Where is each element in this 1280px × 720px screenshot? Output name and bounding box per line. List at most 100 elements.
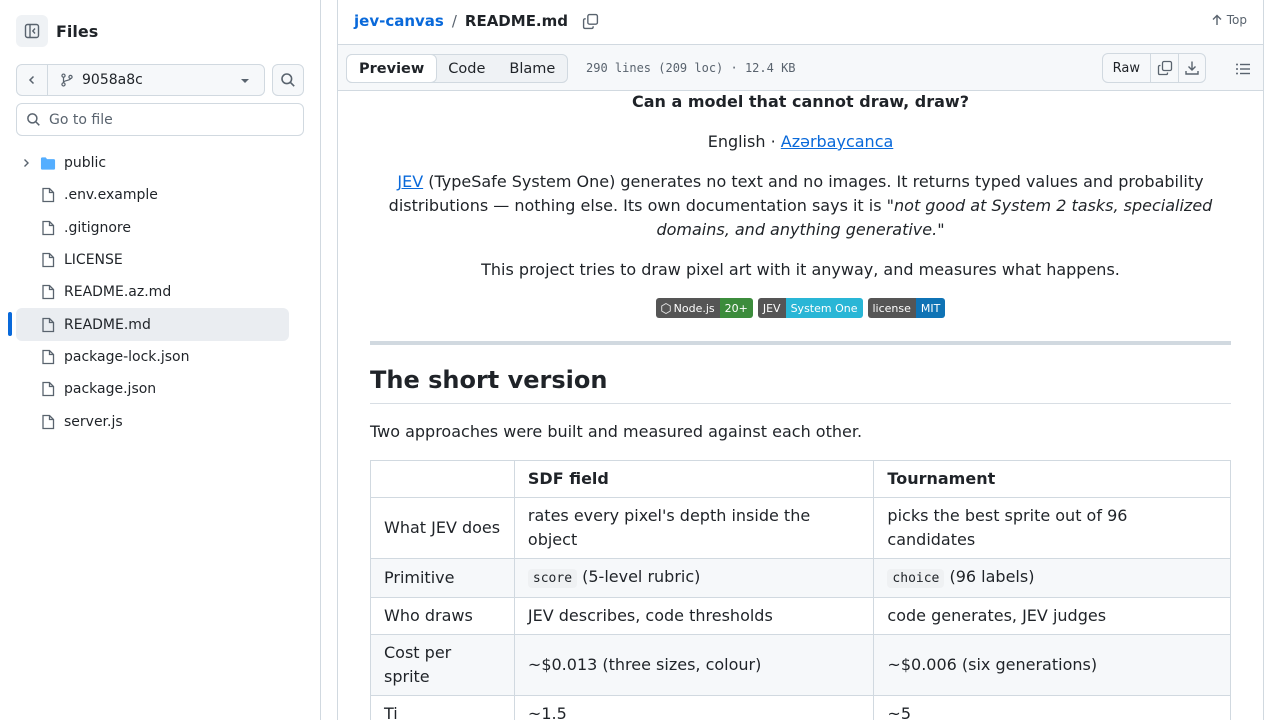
tree-item-label: LICENSE bbox=[64, 252, 123, 269]
active-file-indicator bbox=[8, 312, 12, 336]
sidebar-title: Files bbox=[56, 21, 99, 41]
list-unordered-icon bbox=[1236, 63, 1250, 75]
file-toolbar: Preview Code Blame 290 lines (209 loc) ·… bbox=[338, 44, 1263, 91]
tree-item-package-json[interactable]: package.json bbox=[16, 373, 289, 405]
copy-raw-button[interactable] bbox=[1151, 54, 1178, 82]
file-icon bbox=[42, 220, 55, 235]
go-to-file-input[interactable] bbox=[49, 111, 289, 128]
badge-label: license bbox=[867, 298, 916, 318]
copy-icon bbox=[582, 13, 599, 29]
tree-item-label: README.md bbox=[64, 316, 151, 333]
readme-purpose: This project tries to draw pixel art wit… bbox=[481, 260, 1120, 279]
table-header-row: SDF field Tournament bbox=[370, 460, 1231, 498]
table-header-cell bbox=[370, 460, 515, 498]
file-icon bbox=[42, 285, 55, 300]
search-icon bbox=[27, 113, 40, 126]
file-icon bbox=[42, 349, 55, 365]
back-to-top-label: Top bbox=[1226, 13, 1247, 27]
breadcrumb-separator: / bbox=[451, 12, 457, 30]
raw-button[interactable]: Raw bbox=[1103, 54, 1151, 82]
language-switcher: English · Azərbaycanca bbox=[370, 130, 1231, 154]
back-to-top-link[interactable]: Top bbox=[1211, 13, 1247, 27]
tree-item-package-lock[interactable]: package-lock.json bbox=[16, 341, 289, 373]
table-cell: Who draws bbox=[370, 597, 515, 635]
language-separator: · bbox=[765, 132, 781, 151]
tree-item-label: server.js bbox=[64, 413, 123, 430]
sidebar-collapse-icon bbox=[24, 23, 40, 39]
view-mode-tabs: Preview Code Blame bbox=[346, 54, 569, 83]
table-row: Ti ~1.5 ~5 bbox=[370, 695, 1231, 720]
tree-item-gitignore[interactable]: .gitignore bbox=[16, 212, 289, 244]
folder-icon bbox=[40, 157, 56, 170]
tab-blame[interactable]: Blame bbox=[497, 55, 567, 82]
table-row: Cost per sprite ~$0.013 (three sizes, co… bbox=[370, 634, 1231, 696]
git-branch-icon bbox=[61, 73, 73, 87]
breadcrumb: jev-canvas / README.md bbox=[354, 12, 599, 30]
outline-button[interactable] bbox=[1235, 61, 1251, 81]
download-button[interactable] bbox=[1178, 54, 1205, 82]
inline-code: choice bbox=[887, 569, 945, 588]
copy-path-button[interactable] bbox=[582, 13, 599, 30]
tree-item-label: .gitignore bbox=[64, 219, 131, 236]
language-current: English bbox=[707, 132, 766, 151]
download-icon bbox=[1185, 61, 1199, 75]
branch-selector-group: 9058a8c bbox=[16, 64, 265, 96]
badge-label: JEV bbox=[757, 298, 786, 318]
badge-value: MIT bbox=[915, 298, 946, 318]
table-cell: Primitive bbox=[370, 558, 515, 598]
search-files-button[interactable] bbox=[272, 64, 304, 96]
copy-icon bbox=[1157, 60, 1172, 76]
table-cell: JEV describes, code thresholds bbox=[513, 597, 875, 635]
branch-name: 9058a8c bbox=[82, 72, 143, 88]
file-icon bbox=[42, 382, 55, 397]
tree-item-label: README.az.md bbox=[64, 284, 172, 301]
table-cell: score (5-level rubric) bbox=[513, 558, 875, 598]
table-row: Who draws JEV describes, code thresholds… bbox=[370, 597, 1231, 635]
go-to-file-field[interactable] bbox=[16, 103, 304, 136]
chevron-left-icon bbox=[28, 75, 35, 85]
tree-item-label: public bbox=[64, 155, 107, 172]
file-icon bbox=[42, 414, 55, 429]
tree-item-server-js[interactable]: server.js bbox=[16, 405, 289, 437]
table-header-cell: Tournament bbox=[873, 460, 1231, 498]
readme-content: Can a model that cannot draw, draw? Engl… bbox=[370, 92, 1231, 720]
table-cell: ~$0.006 (six generations) bbox=[873, 634, 1231, 696]
file-tree-sidebar: Files 9058a8c public .env.e bbox=[0, 0, 321, 720]
table-cell-text: (96 labels) bbox=[944, 567, 1035, 586]
tree-item-env-example[interactable]: .env.example bbox=[16, 179, 289, 211]
breadcrumb-file-name: README.md bbox=[464, 12, 569, 30]
jev-badge[interactable]: JEV System One bbox=[757, 298, 863, 318]
tree-item-public[interactable]: public bbox=[16, 147, 289, 179]
file-icon bbox=[42, 252, 55, 268]
breadcrumb-repo-link[interactable]: jev-canvas bbox=[354, 12, 444, 30]
back-button[interactable] bbox=[17, 65, 48, 95]
tab-code[interactable]: Code bbox=[436, 55, 497, 82]
table-cell: ~1.5 bbox=[513, 695, 875, 720]
table-cell: Ti bbox=[370, 695, 515, 720]
nodejs-badge[interactable]: Node.js 20+ bbox=[655, 298, 753, 318]
tree-item-readme-az[interactable]: README.az.md bbox=[16, 276, 289, 308]
search-icon bbox=[281, 73, 295, 87]
tree-item-label: package-lock.json bbox=[64, 348, 190, 365]
license-badge[interactable]: license MIT bbox=[867, 298, 946, 318]
table-cell: Cost per sprite bbox=[370, 634, 515, 696]
tree-item-readme[interactable]: README.md bbox=[16, 308, 289, 341]
tab-preview[interactable]: Preview bbox=[346, 54, 438, 83]
arrow-up-icon bbox=[1212, 14, 1222, 25]
tree-item-license[interactable]: LICENSE bbox=[16, 244, 289, 276]
tree-item-label: .env.example bbox=[64, 187, 158, 204]
jev-link[interactable]: JEV bbox=[397, 172, 423, 191]
table-cell: choice (96 labels) bbox=[873, 558, 1231, 598]
badge-value: 20+ bbox=[719, 298, 753, 318]
branch-select[interactable]: 9058a8c bbox=[48, 65, 264, 95]
file-viewer: jev-canvas / README.md Top Preview Code … bbox=[337, 0, 1264, 720]
comparison-table: SDF field Tournament What JEV does rates… bbox=[370, 460, 1231, 720]
section-heading: The short version bbox=[370, 365, 1231, 404]
language-link-azerbaijani[interactable]: Azərbaycanca bbox=[781, 132, 894, 151]
chevron-right-icon bbox=[24, 159, 29, 168]
table-row: Primitive score (5-level rubric) choice … bbox=[370, 558, 1231, 598]
collapse-sidebar-button[interactable] bbox=[16, 15, 48, 47]
caret-down-icon bbox=[241, 79, 249, 83]
file-icon bbox=[42, 317, 55, 332]
horizontal-rule bbox=[370, 341, 1231, 345]
